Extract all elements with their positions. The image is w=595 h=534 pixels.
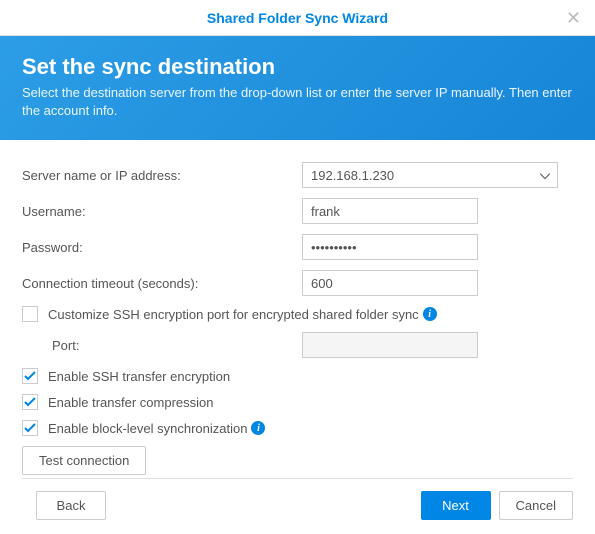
block-level-checkbox[interactable] bbox=[22, 420, 38, 436]
close-icon[interactable]: ✕ bbox=[566, 8, 581, 29]
timeout-label: Connection timeout (seconds): bbox=[22, 276, 302, 291]
custom-ssh-port-label: Customize SSH encryption port for encryp… bbox=[48, 307, 419, 322]
block-level-label: Enable block-level synchronization bbox=[48, 421, 247, 436]
info-icon[interactable]: i bbox=[423, 307, 437, 321]
ssh-encrypt-checkbox[interactable] bbox=[22, 368, 38, 384]
server-select[interactable] bbox=[302, 162, 558, 188]
banner-subtext: Select the destination server from the d… bbox=[22, 84, 573, 120]
form-area: Server name or IP address: Username: Pas… bbox=[0, 140, 595, 475]
banner-heading: Set the sync destination bbox=[22, 54, 573, 80]
port-label: Port: bbox=[22, 338, 302, 353]
username-label: Username: bbox=[22, 204, 302, 219]
compression-checkbox[interactable] bbox=[22, 394, 38, 410]
ssh-encrypt-label: Enable SSH transfer encryption bbox=[48, 369, 230, 384]
custom-ssh-port-checkbox[interactable] bbox=[22, 306, 38, 322]
banner: Set the sync destination Select the dest… bbox=[0, 36, 595, 140]
back-button[interactable]: Back bbox=[36, 491, 106, 520]
port-input bbox=[302, 332, 478, 358]
next-button[interactable]: Next bbox=[421, 491, 491, 520]
server-input[interactable] bbox=[302, 162, 558, 188]
username-input[interactable] bbox=[302, 198, 478, 224]
server-label: Server name or IP address: bbox=[22, 168, 302, 183]
compression-label: Enable transfer compression bbox=[48, 395, 213, 410]
password-input[interactable] bbox=[302, 234, 478, 260]
titlebar: Shared Folder Sync Wizard ✕ bbox=[0, 0, 595, 36]
cancel-button[interactable]: Cancel bbox=[499, 491, 573, 520]
window-title: Shared Folder Sync Wizard bbox=[207, 10, 388, 26]
timeout-input[interactable] bbox=[302, 270, 478, 296]
footer: Back Next Cancel bbox=[22, 478, 573, 520]
test-connection-button[interactable]: Test connection bbox=[22, 446, 146, 475]
password-label: Password: bbox=[22, 240, 302, 255]
info-icon[interactable]: i bbox=[251, 421, 265, 435]
